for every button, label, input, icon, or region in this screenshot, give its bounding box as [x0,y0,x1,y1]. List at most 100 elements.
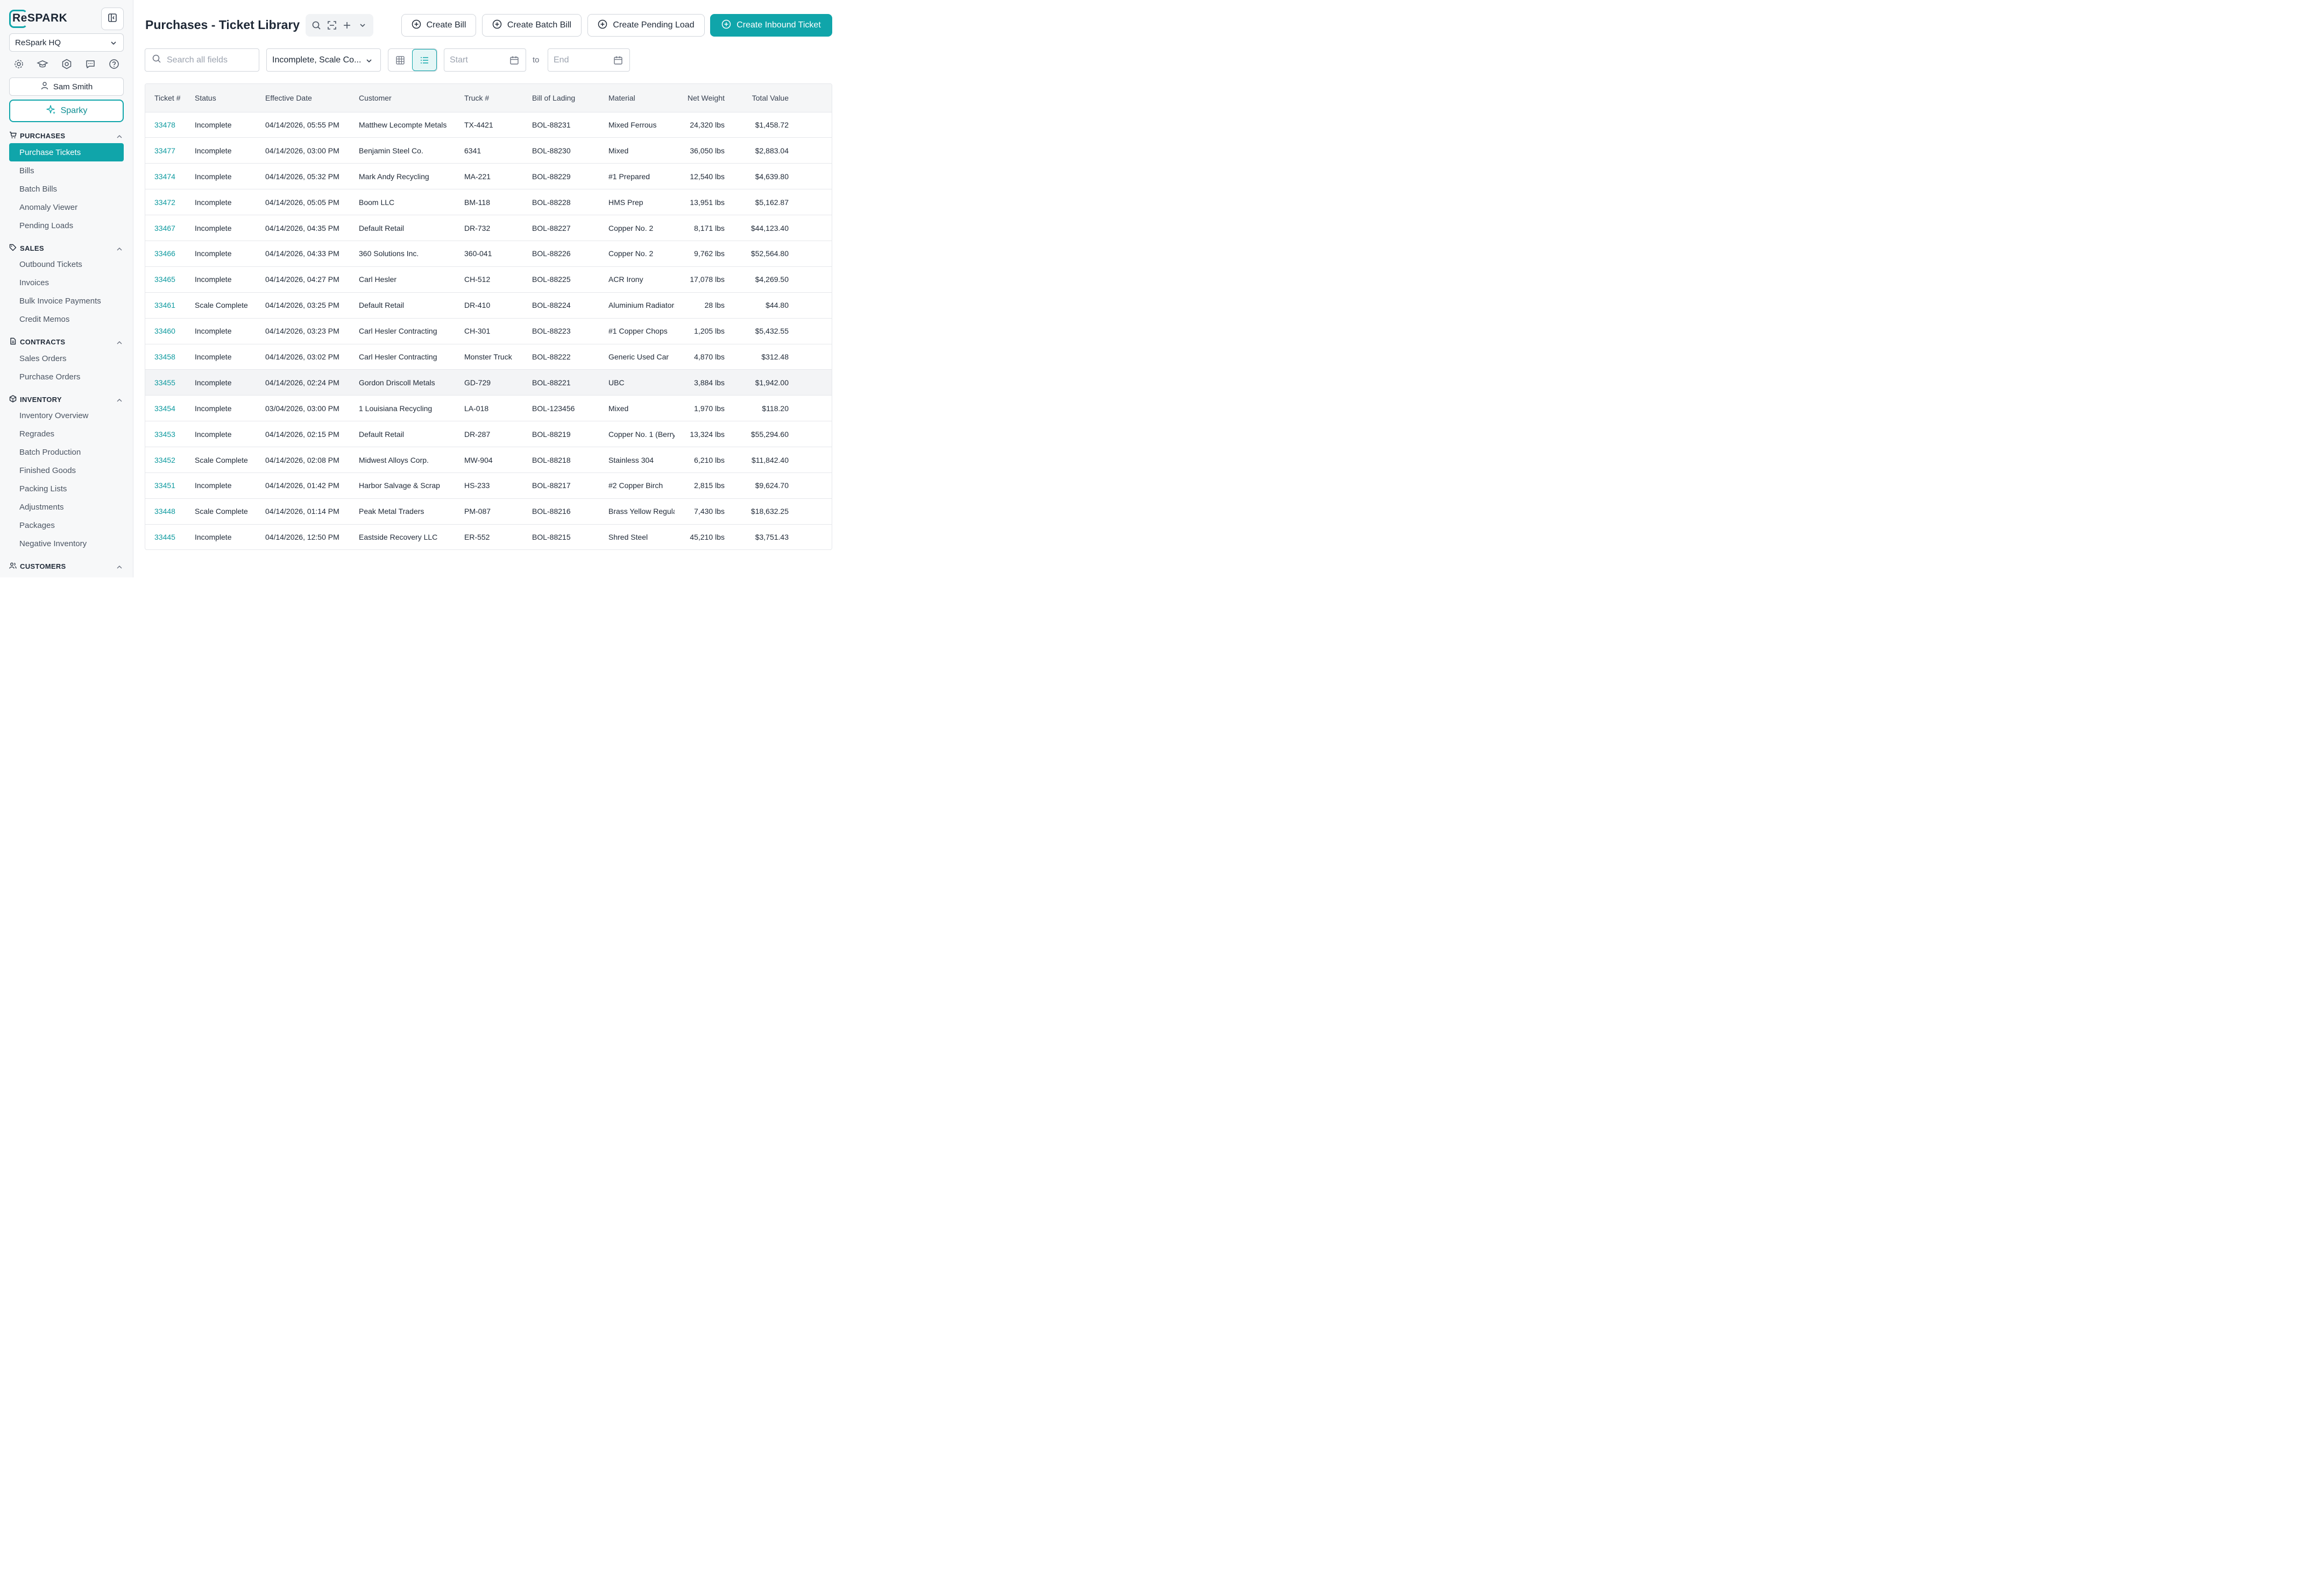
search-input[interactable] [167,55,253,65]
sidebar-item-negative-inventory[interactable]: Negative Inventory [9,534,124,553]
table-row[interactable]: 33453 Incomplete 04/14/2026, 02:15 PM Defau… [145,421,832,447]
sidebar-item-outbound-tickets[interactable]: Outbound Tickets [9,255,124,273]
create-bill-button[interactable]: Create Bill [401,14,476,37]
section-customers[interactable]: CUSTOMERS [9,561,124,571]
cell-spacer [789,138,832,164]
user-button[interactable]: Sam Smith [9,77,124,96]
create-batch-bill-button[interactable]: Create Batch Bill [482,14,582,37]
grid-view-button[interactable] [388,49,412,71]
cell-ticket[interactable]: 33454 [145,396,186,421]
end-date-input[interactable]: End [548,48,630,72]
sidebar-item-finished-goods[interactable]: Finished Goods [9,461,124,479]
table-row[interactable]: 33465 Incomplete 04/14/2026, 04:27 PM Carl … [145,266,832,293]
table-row[interactable]: 33452 Scale Complete 04/14/2026, 02:08 PM M… [145,447,832,473]
respark-logo[interactable]: ReSPARK [9,9,68,29]
table-row[interactable]: 33445 Incomplete 04/14/2026, 12:50 PM Easts… [145,524,832,549]
plus-icon[interactable] [342,20,352,31]
collapse-sidebar-button[interactable] [101,8,124,30]
column-header-truck[interactable]: Truck # [455,84,523,112]
cell-ticket[interactable]: 33458 [145,344,186,370]
column-header-material[interactable]: Material [599,84,675,112]
calendar-icon[interactable] [509,55,519,68]
section-sales[interactable]: SALES [9,243,124,253]
table-row[interactable]: 33448 Scale Complete 04/14/2026, 01:14 PM P… [145,498,832,525]
section-title: CUSTOMERS [20,562,66,570]
sidebar-item-batch-production[interactable]: Batch Production [9,443,124,461]
sidebar-item-bills[interactable]: Bills [9,161,124,180]
cell-ticket[interactable]: 33453 [145,421,186,447]
column-header-ticket[interactable]: Ticket # [145,84,186,112]
column-header-effective-date[interactable]: Effective Date [256,84,350,112]
main-content: Purchases - Ticket Library Create Bill C… [133,0,841,577]
cell-ticket[interactable]: 33451 [145,472,186,498]
table-row[interactable]: 33467 Incomplete 04/14/2026, 04:35 PM Defau… [145,215,832,241]
cell-truck: CH-512 [464,275,491,284]
cell-ticket[interactable]: 33466 [145,241,186,266]
sidebar-item-sales-orders[interactable]: Sales Orders [9,349,124,368]
cell-ticket[interactable]: 33472 [145,189,186,215]
cell-ticket[interactable]: 33448 [145,498,186,524]
sidebar-item-anomaly-viewer[interactable]: Anomaly Viewer [9,198,124,216]
table-row[interactable]: 33460 Incomplete 04/14/2026, 03:23 PM Carl … [145,318,832,344]
create-inbound-ticket-button[interactable]: Create Inbound Ticket [710,14,832,37]
sidebar-item-regrades[interactable]: Regrades [9,425,124,443]
status-filter-select[interactable]: Incomplete, Scale Co... [266,48,381,72]
scan-icon[interactable] [327,20,337,31]
sidebar-item-packages[interactable]: Packages [9,516,124,534]
cell-ticket[interactable]: 33478 [145,112,186,138]
sidebar-item-adjustments[interactable]: Adjustments [9,498,124,516]
help-icon[interactable] [108,58,120,70]
cell-ticket[interactable]: 33460 [145,318,186,344]
cell-ticket[interactable]: 33455 [145,370,186,396]
list-view-button[interactable] [412,49,437,71]
calendar-icon[interactable] [613,55,623,68]
section-inventory[interactable]: INVENTORY [9,394,124,405]
table-row[interactable]: 33461 Scale Complete 04/14/2026, 03:25 PM D… [145,292,832,319]
sidebar-item-credit-memos[interactable]: Credit Memos [9,310,124,328]
org-select[interactable]: ReSpark HQ [9,33,124,52]
hexagon-icon[interactable] [61,58,73,70]
column-header-net-weight[interactable]: Net Weight [675,84,725,112]
table-row[interactable]: 33455 Incomplete 04/14/2026, 02:24 PM Gordo… [145,369,832,396]
table-row[interactable]: 33478 Incomplete 04/14/2026, 05:55 PM Matth… [145,112,832,138]
section-purchases[interactable]: PURCHASES [9,130,124,141]
settings-icon[interactable] [13,58,25,70]
sidebar-item-purchase-tickets[interactable]: Purchase Tickets [9,143,124,161]
sidebar-item-packing-lists[interactable]: Packing Lists [9,479,124,498]
sidebar-item-bulk-invoice-payments[interactable]: Bulk Invoice Payments [9,292,124,310]
start-date-input[interactable]: Start [444,48,526,72]
table-row[interactable]: 33454 Incomplete 03/04/2026, 03:00 PM 1 Lou… [145,396,832,421]
table-row[interactable]: 33474 Incomplete 04/14/2026, 05:32 PM Mark … [145,164,832,189]
create-pending-load-button[interactable]: Create Pending Load [587,14,705,37]
sidebar-item-inventory-overview[interactable]: Inventory Overview [9,406,124,425]
cell-ticket[interactable]: 33474 [145,164,186,189]
status-filter-value: Incomplete, Scale Co... [272,55,362,65]
table-row[interactable]: 33477 Incomplete 04/14/2026, 03:00 PM Benja… [145,138,832,164]
search-icon[interactable] [311,20,322,31]
sidebar-item-pending-loads[interactable]: Pending Loads [9,216,124,235]
cell-ticket[interactable]: 33467 [145,215,186,241]
column-header-bill-of-lading[interactable]: Bill of Lading [523,84,599,112]
table-row[interactable]: 33472 Incomplete 04/14/2026, 05:05 PM Boom … [145,189,832,215]
chat-icon[interactable] [84,58,96,70]
table-row[interactable]: 33451 Incomplete 04/14/2026, 01:42 PM Harbo… [145,472,832,499]
column-header-total-value[interactable]: Total Value [725,84,789,112]
chevron-down-icon[interactable] [357,20,368,31]
cell-ticket[interactable]: 33445 [145,524,186,549]
sidebar-item-purchase-orders[interactable]: Purchase Orders [9,368,124,386]
cell-truck: PM-087 [464,507,491,516]
column-header-status[interactable]: Status [186,84,256,112]
sparky-button[interactable]: Sparky [9,100,124,122]
section-contracts[interactable]: CONTRACTS [9,336,124,347]
cell-ticket[interactable]: 33465 [145,266,186,292]
cell-ticket[interactable]: 33477 [145,138,186,164]
sidebar-item-batch-bills[interactable]: Batch Bills [9,180,124,198]
graduation-cap-icon[interactable] [37,58,49,70]
cell-ticket[interactable]: 33461 [145,292,186,318]
cell-bill-of-lading: BOL-88222 [532,352,571,361]
sidebar-item-invoices[interactable]: Invoices [9,273,124,292]
column-header-customer[interactable]: Customer [350,84,455,112]
table-row[interactable]: 33466 Incomplete 04/14/2026, 04:33 PM 360 S… [145,241,832,267]
cell-ticket[interactable]: 33452 [145,447,186,473]
table-row[interactable]: 33458 Incomplete 04/14/2026, 03:02 PM Carl … [145,344,832,370]
